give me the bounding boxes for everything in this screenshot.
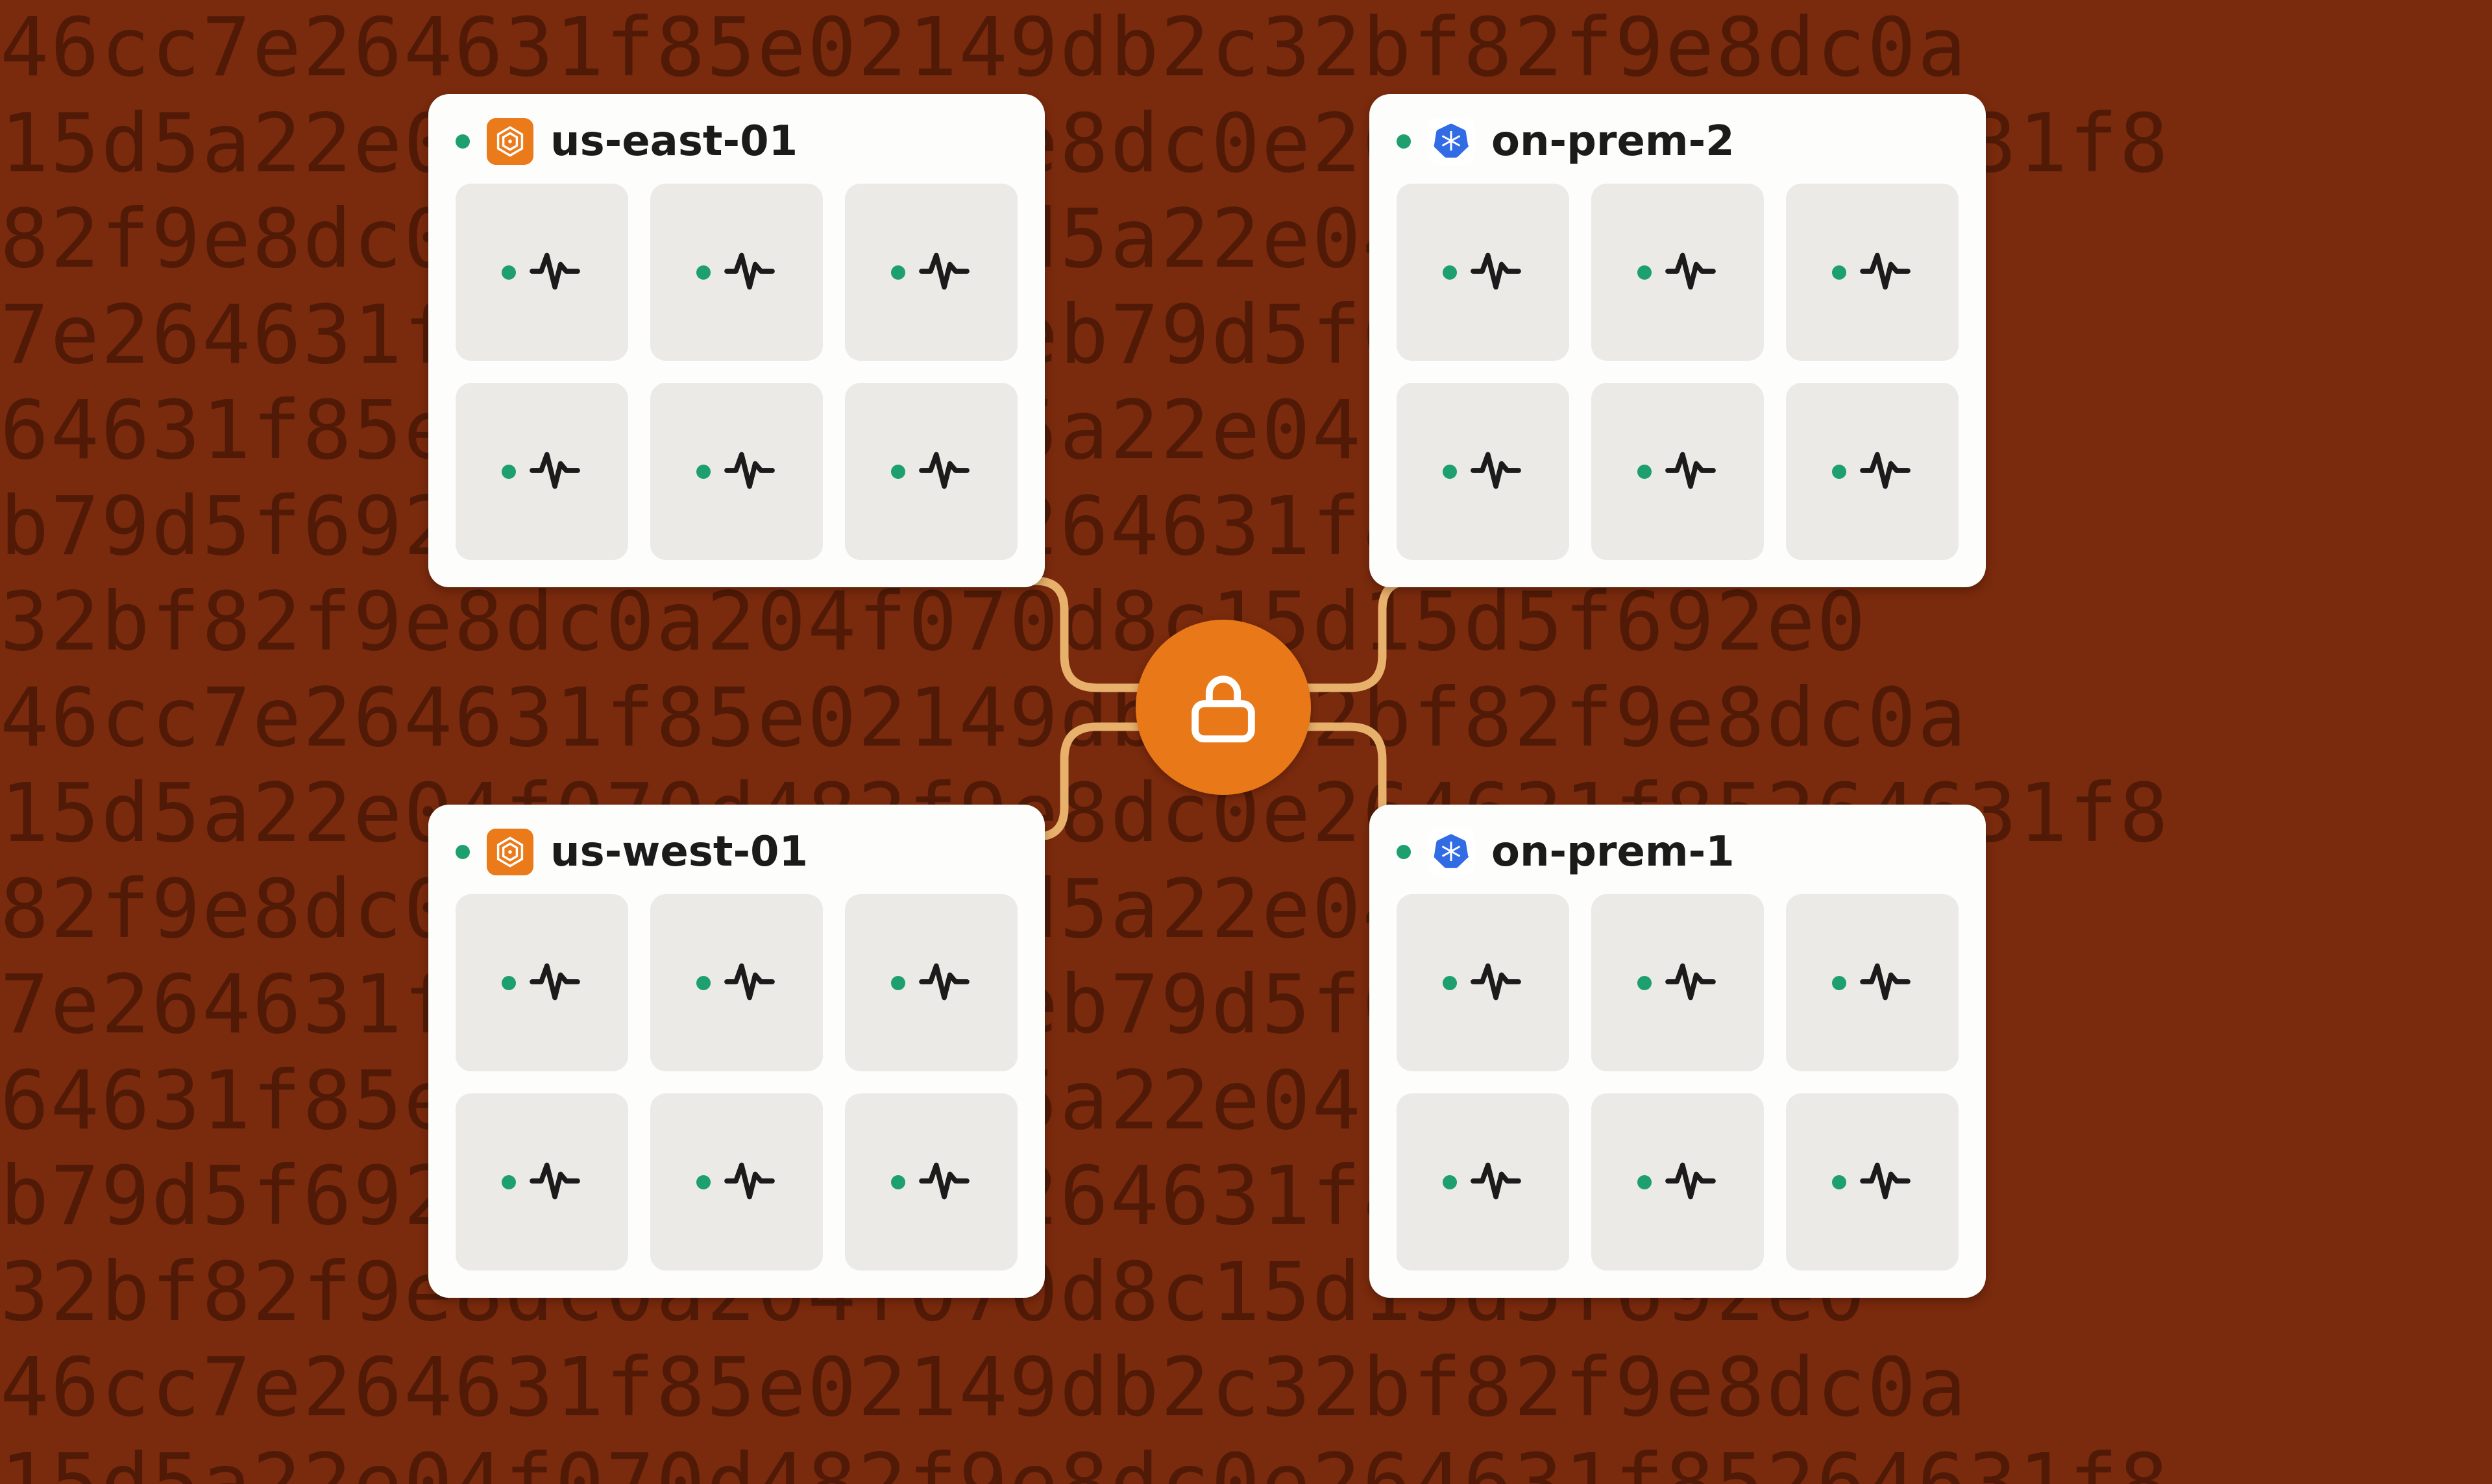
heartbeat-icon	[722, 443, 777, 500]
heartbeat-icon	[917, 1154, 971, 1211]
heartbeat-icon	[1663, 443, 1718, 500]
node-tile	[845, 1093, 1018, 1271]
status-dot-healthy-icon	[696, 976, 711, 990]
node-grid	[456, 184, 1018, 560]
heartbeat-icon	[917, 244, 971, 301]
cluster-card-on-prem-1: on-prem-1	[1369, 805, 1986, 1298]
node-grid	[1397, 184, 1959, 560]
status-dot-healthy-icon	[891, 265, 905, 280]
status-dot-healthy-icon	[502, 976, 516, 990]
status-dot-healthy-icon	[696, 1175, 711, 1189]
lock-badge	[1136, 620, 1311, 795]
heartbeat-icon	[528, 244, 582, 301]
node-tile	[1591, 184, 1764, 361]
node-tile	[456, 894, 628, 1071]
node-grid	[456, 894, 1018, 1271]
node-tile	[1786, 1093, 1959, 1271]
cluster-title: on-prem-1	[1491, 828, 1735, 876]
node-tile	[650, 894, 823, 1071]
status-dot-healthy-icon	[1832, 976, 1846, 990]
node-tile	[456, 184, 628, 361]
node-tile	[650, 184, 823, 361]
node-tile	[1397, 184, 1569, 361]
cluster-header: us-west-01	[456, 828, 1018, 894]
cluster-header: on-prem-1	[1397, 828, 1959, 894]
status-dot-healthy-icon	[1443, 1175, 1457, 1189]
heartbeat-icon	[722, 955, 777, 1012]
node-tile	[1591, 383, 1764, 560]
node-tile	[1397, 383, 1569, 560]
status-dot-healthy-icon	[1443, 976, 1457, 990]
status-dot-healthy-icon	[1832, 1175, 1846, 1189]
node-tile	[1786, 184, 1959, 361]
node-tile	[1786, 383, 1959, 560]
heartbeat-icon	[1663, 955, 1718, 1012]
status-dot-healthy-icon	[1637, 976, 1652, 990]
kubernetes-icon	[1428, 118, 1474, 165]
status-dot-healthy-icon	[1397, 845, 1411, 859]
status-dot-healthy-icon	[1637, 1175, 1652, 1189]
node-tile	[456, 1093, 628, 1271]
cluster-card-us-west-01: us-west-01	[428, 805, 1045, 1298]
cluster-card-on-prem-2: on-prem-2	[1369, 94, 1986, 587]
aws-hexagon-icon	[487, 829, 533, 875]
cluster-header: on-prem-2	[1397, 117, 1959, 184]
node-tile	[1591, 1093, 1764, 1271]
heartbeat-icon	[917, 443, 971, 500]
node-tile	[845, 383, 1018, 560]
heartbeat-icon	[528, 443, 582, 500]
heartbeat-icon	[1469, 1154, 1523, 1211]
status-dot-healthy-icon	[1832, 465, 1846, 479]
heartbeat-icon	[1469, 443, 1523, 500]
lock-icon	[1181, 665, 1265, 749]
status-dot-healthy-icon	[1443, 465, 1457, 479]
heartbeat-icon	[1663, 244, 1718, 301]
status-dot-healthy-icon	[1443, 265, 1457, 280]
status-dot-healthy-icon	[891, 465, 905, 479]
status-dot-healthy-icon	[502, 265, 516, 280]
node-tile	[1397, 1093, 1569, 1271]
heartbeat-icon	[722, 244, 777, 301]
heartbeat-icon	[528, 955, 582, 1012]
heartbeat-icon	[1858, 443, 1912, 500]
cluster-card-us-east-01: us-east-01	[428, 94, 1045, 587]
heartbeat-icon	[917, 955, 971, 1012]
status-dot-healthy-icon	[456, 134, 470, 149]
heartbeat-icon	[1858, 244, 1912, 301]
status-dot-healthy-icon	[456, 845, 470, 859]
heartbeat-icon	[1469, 955, 1523, 1012]
node-tile	[1591, 894, 1764, 1071]
heartbeat-icon	[1663, 1154, 1718, 1211]
cluster-title: on-prem-2	[1491, 117, 1735, 165]
cluster-title: us-west-01	[550, 828, 808, 876]
status-dot-healthy-icon	[1637, 465, 1652, 479]
heartbeat-icon	[1858, 955, 1912, 1012]
node-tile	[845, 184, 1018, 361]
status-dot-healthy-icon	[502, 465, 516, 479]
cluster-title: us-east-01	[550, 117, 798, 165]
node-tile	[1397, 894, 1569, 1071]
heartbeat-icon	[1469, 244, 1523, 301]
node-tile	[650, 1093, 823, 1271]
heartbeat-icon	[1858, 1154, 1912, 1211]
status-dot-healthy-icon	[696, 465, 711, 479]
node-grid	[1397, 894, 1959, 1271]
status-dot-healthy-icon	[891, 1175, 905, 1189]
aws-hexagon-icon	[487, 118, 533, 165]
status-dot-healthy-icon	[891, 976, 905, 990]
node-tile	[1786, 894, 1959, 1071]
status-dot-healthy-icon	[1637, 265, 1652, 280]
diagram-canvas: 46cc7e264631f85e02149db2c32bf82f9e8dc0a1…	[0, 0, 2492, 1484]
heartbeat-icon	[528, 1154, 582, 1211]
status-dot-healthy-icon	[696, 265, 711, 280]
status-dot-healthy-icon	[502, 1175, 516, 1189]
status-dot-healthy-icon	[1832, 265, 1846, 280]
node-tile	[650, 383, 823, 560]
node-tile	[845, 894, 1018, 1071]
node-tile	[456, 383, 628, 560]
cluster-header: us-east-01	[456, 117, 1018, 184]
kubernetes-icon	[1428, 829, 1474, 875]
status-dot-healthy-icon	[1397, 134, 1411, 149]
heartbeat-icon	[722, 1154, 777, 1211]
